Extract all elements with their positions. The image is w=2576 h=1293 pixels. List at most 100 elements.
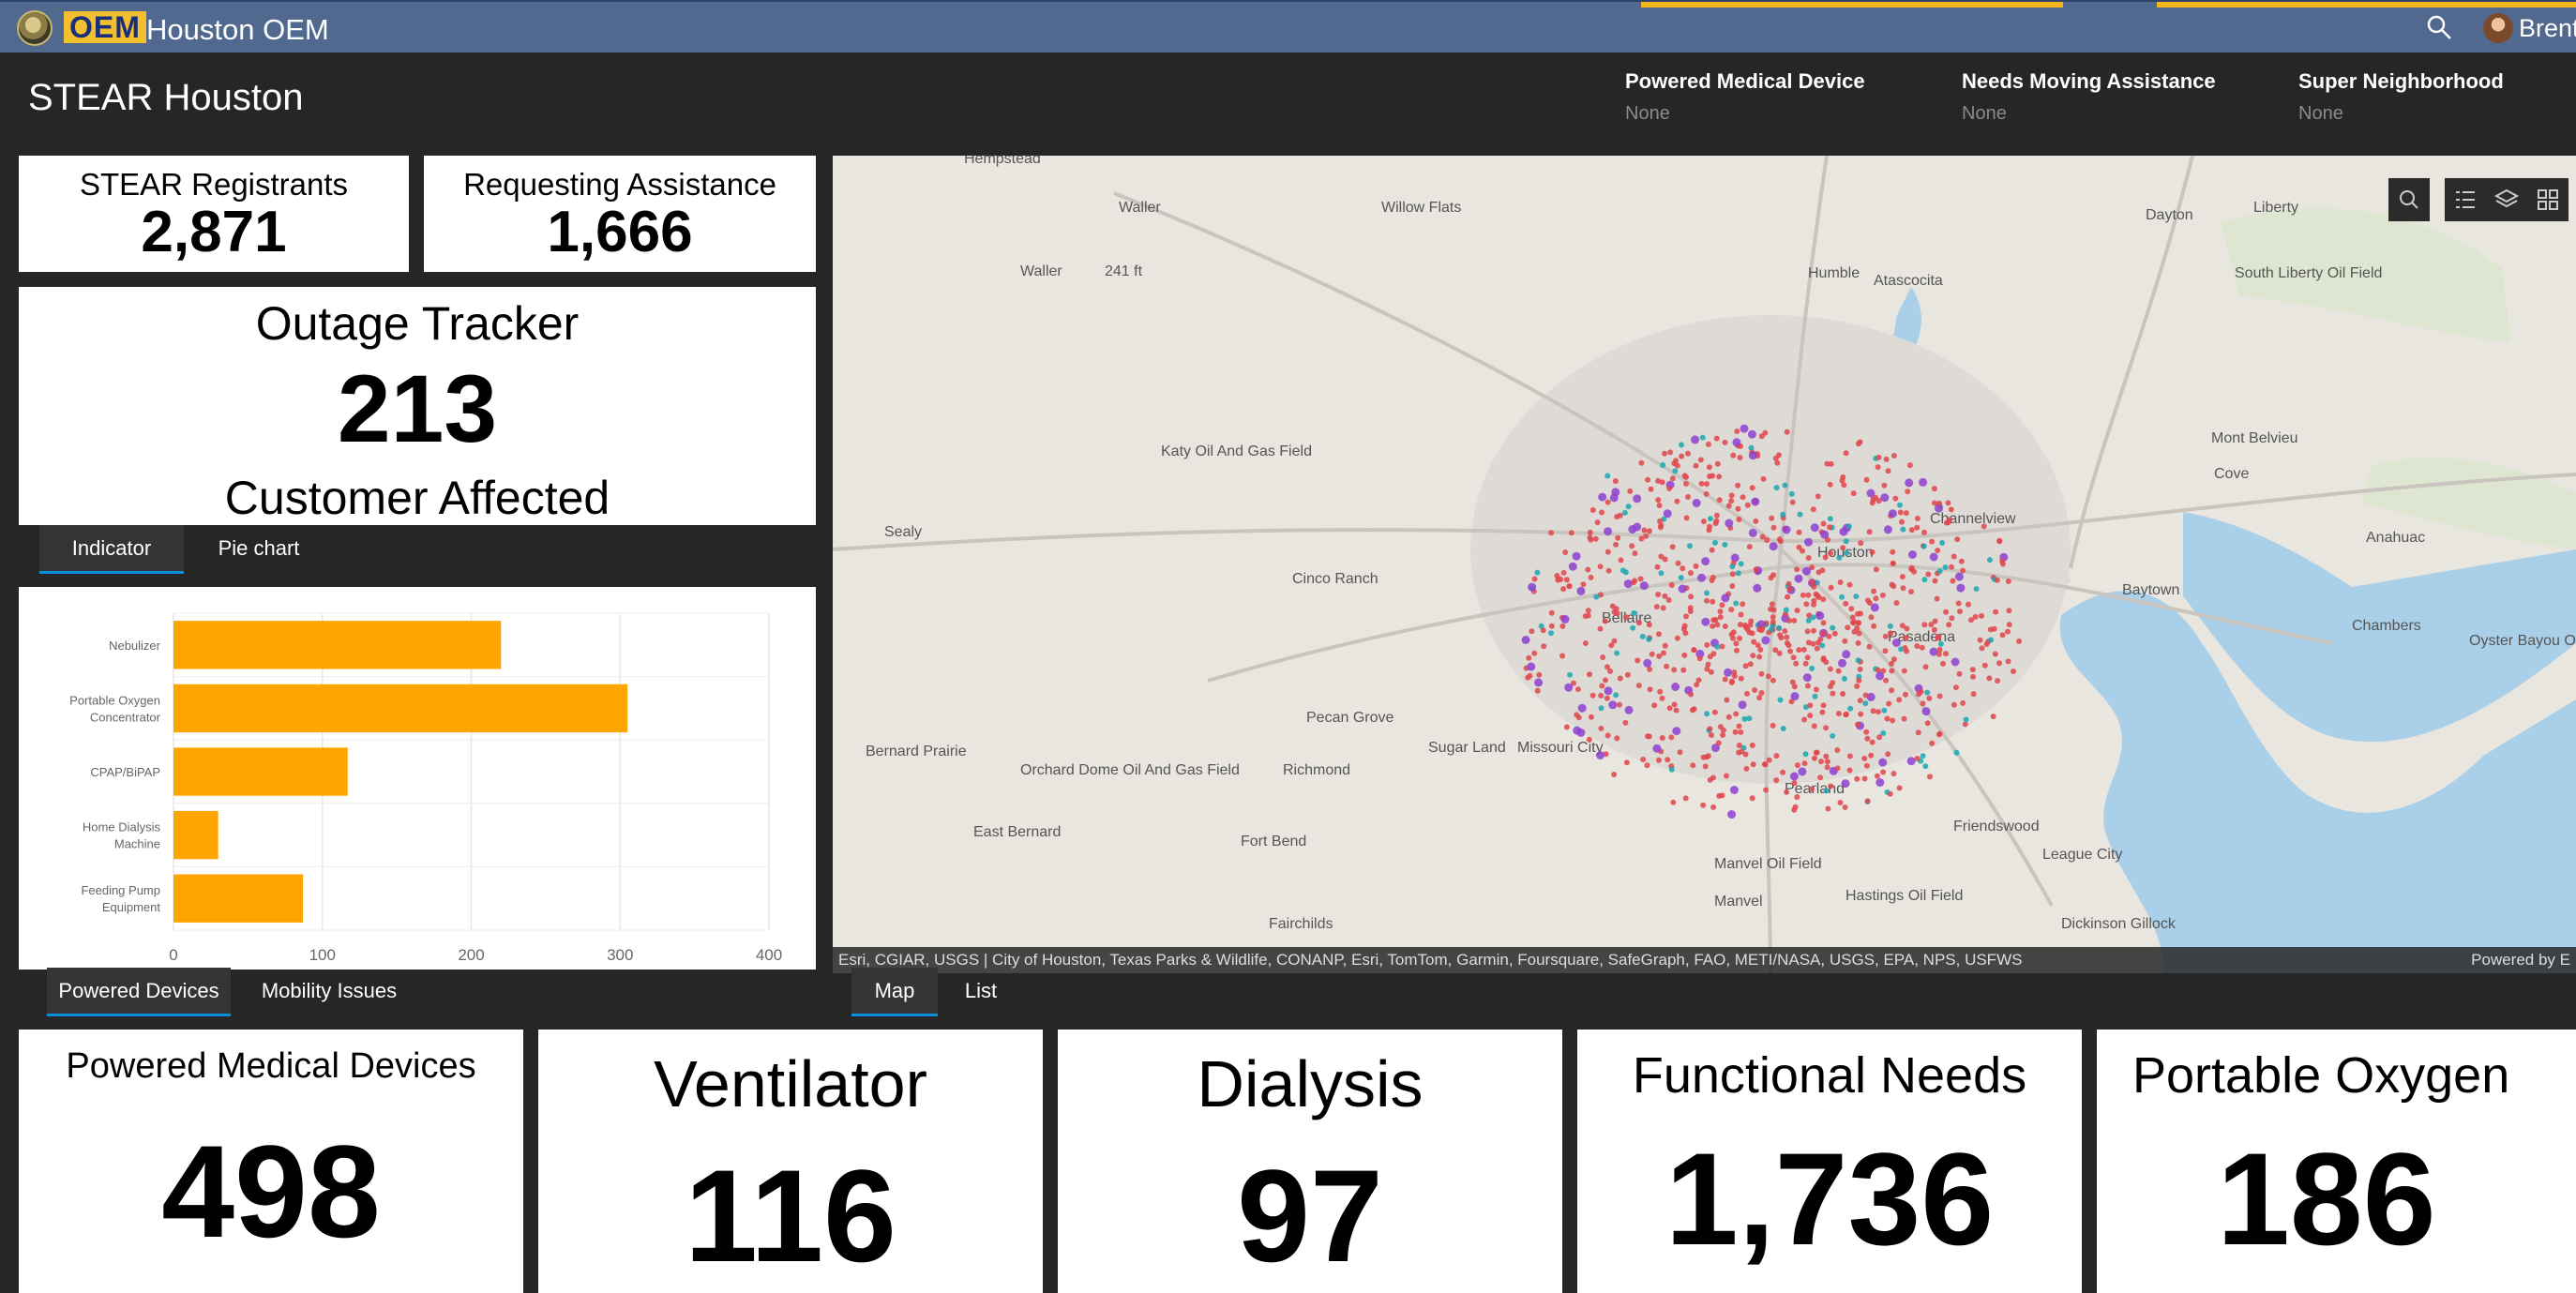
registrant-point[interactable] — [1916, 691, 1922, 698]
search-icon[interactable] — [2425, 13, 2453, 41]
registrant-point[interactable] — [1903, 635, 1909, 641]
filter-value[interactable]: None — [1962, 103, 2216, 125]
registrant-point[interactable] — [1727, 810, 1737, 819]
registrant-point[interactable] — [1568, 530, 1574, 536]
registrant-point[interactable] — [1562, 549, 1569, 555]
registrant-point[interactable] — [1929, 740, 1936, 746]
registrant-point[interactable] — [1673, 707, 1680, 714]
registrant-point[interactable] — [1969, 667, 1976, 673]
registrant-point[interactable] — [1678, 575, 1684, 581]
registrant-point[interactable] — [1857, 698, 1863, 704]
registrant-point[interactable] — [1597, 625, 1604, 632]
registrant-point[interactable] — [1753, 583, 1762, 593]
registrant-point[interactable] — [1707, 726, 1713, 732]
registrant-point[interactable] — [1619, 567, 1626, 574]
registrant-point[interactable] — [1688, 570, 1694, 577]
registrant-point[interactable] — [1855, 721, 1860, 728]
registrant-point[interactable] — [1954, 536, 1961, 543]
registrant-point[interactable] — [1646, 528, 1652, 534]
registrant-point[interactable] — [1576, 586, 1586, 595]
registrant-point[interactable] — [1669, 544, 1676, 550]
registrant-point[interactable] — [1701, 557, 1710, 566]
registrant-point[interactable] — [1861, 775, 1868, 782]
registrant-point[interactable] — [1724, 773, 1729, 779]
registrant-point[interactable] — [1613, 541, 1619, 548]
registrant-point[interactable] — [1753, 566, 1759, 573]
registrant-point[interactable] — [1719, 643, 1725, 650]
registrant-point[interactable] — [1728, 498, 1735, 504]
registrant-point[interactable] — [1979, 645, 1985, 652]
registrant-point[interactable] — [1598, 705, 1604, 712]
registrant-point[interactable] — [2005, 628, 2011, 635]
registrant-point[interactable] — [1656, 631, 1662, 638]
registrant-point[interactable] — [1935, 548, 1941, 553]
registrant-point[interactable] — [1668, 766, 1675, 773]
registrant-point[interactable] — [1588, 536, 1594, 543]
registrant-point[interactable] — [1576, 728, 1586, 737]
registrant-point[interactable] — [1656, 653, 1663, 659]
registrant-point[interactable] — [1893, 600, 1900, 606]
registrant-point[interactable] — [1921, 543, 1927, 549]
registrant-point[interactable] — [1784, 428, 1790, 435]
registrant-point[interactable] — [1851, 628, 1858, 635]
registrant-point[interactable] — [1654, 564, 1661, 570]
registrant-point[interactable] — [1861, 755, 1868, 761]
registrant-point[interactable] — [1604, 695, 1610, 701]
registrant-point[interactable] — [1794, 566, 1800, 573]
registrant-point[interactable] — [1889, 660, 1894, 667]
registrant-point[interactable] — [1597, 564, 1604, 570]
filter-powered-medical-device[interactable]: Powered Medical Device None — [1625, 69, 1865, 125]
registrant-point[interactable] — [1870, 603, 1879, 612]
registrant-point[interactable] — [1931, 626, 1937, 633]
registrant-point[interactable] — [1889, 687, 1895, 694]
registrant-point[interactable] — [1638, 535, 1645, 542]
registrant-point[interactable] — [1564, 683, 1574, 692]
registrant-point[interactable] — [1936, 730, 1943, 737]
registrant-point[interactable] — [1548, 623, 1555, 629]
registrant-point[interactable] — [1775, 452, 1782, 459]
registrant-point[interactable] — [1863, 476, 1870, 483]
registrant-point[interactable] — [1710, 473, 1716, 479]
registrant-point[interactable] — [1653, 604, 1660, 610]
registrant-point[interactable] — [1991, 625, 1997, 632]
registrant-point[interactable] — [1879, 592, 1886, 598]
registrant-point[interactable] — [1924, 689, 1931, 696]
registrant-point[interactable] — [1680, 667, 1687, 673]
registrant-point[interactable] — [1780, 726, 1786, 731]
registrant-point[interactable] — [1710, 774, 1716, 781]
registrant-point[interactable] — [1780, 511, 1786, 518]
registrant-point[interactable] — [1649, 651, 1655, 657]
registrant-point[interactable] — [1843, 538, 1849, 545]
registrant-point[interactable] — [1748, 451, 1757, 460]
registrant-point[interactable] — [1527, 672, 1533, 679]
registrant-point[interactable] — [1580, 581, 1587, 588]
registrant-point[interactable] — [1849, 614, 1856, 621]
registrant-point[interactable] — [1886, 700, 1892, 707]
registrant-point[interactable] — [1825, 805, 1831, 812]
registrant-point[interactable] — [1820, 520, 1827, 527]
registrant-point[interactable] — [1671, 460, 1678, 467]
registrant-point[interactable] — [1952, 684, 1959, 691]
filter-needs-moving-assistance[interactable]: Needs Moving Assistance None — [1962, 69, 2216, 125]
registrant-point[interactable] — [1828, 783, 1834, 789]
registrant-point[interactable] — [1527, 662, 1536, 671]
registrant-point[interactable] — [1843, 450, 1849, 457]
registrant-point[interactable] — [1869, 549, 1876, 555]
registrant-point[interactable] — [1758, 670, 1765, 677]
registrant-point[interactable] — [1954, 572, 1964, 581]
registrant-point[interactable] — [1675, 560, 1681, 566]
registrant-point[interactable] — [1668, 582, 1675, 588]
registrant-point[interactable] — [1613, 606, 1619, 612]
registrant-point[interactable] — [1603, 677, 1608, 684]
registrant-point[interactable] — [1764, 537, 1770, 543]
registrant-point[interactable] — [1716, 497, 1723, 504]
registrant-point[interactable] — [1839, 477, 1845, 484]
registrant-point[interactable] — [1858, 711, 1864, 717]
registrant-point[interactable] — [1883, 525, 1892, 534]
registrant-point[interactable] — [1685, 494, 1691, 500]
registrant-point[interactable] — [1920, 753, 1926, 759]
registrant-point[interactable] — [1699, 434, 1706, 441]
registrant-point[interactable] — [1940, 660, 1946, 667]
registrant-point[interactable] — [1827, 481, 1833, 488]
registrant-point[interactable] — [1896, 785, 1903, 791]
